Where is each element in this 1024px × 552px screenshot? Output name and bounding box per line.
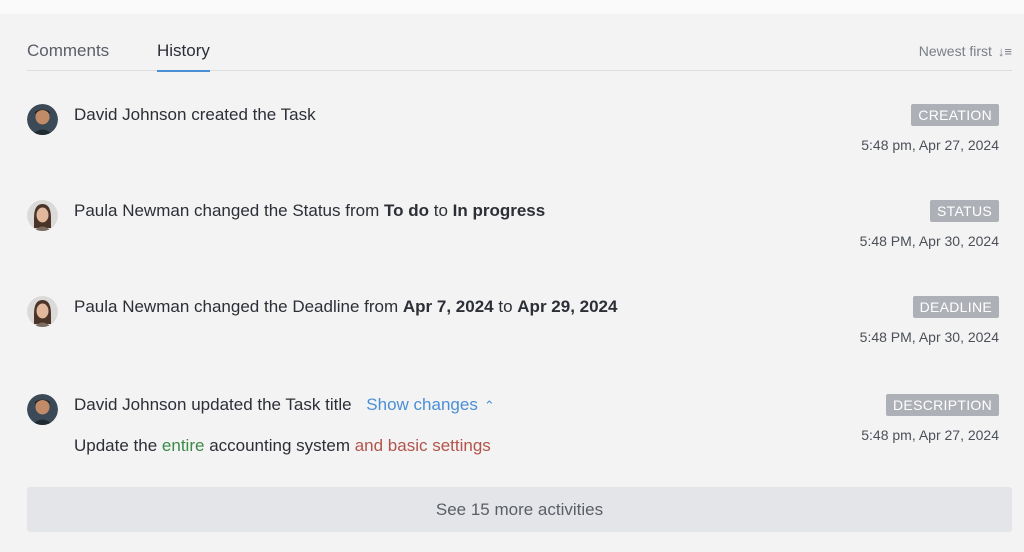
avatar xyxy=(27,104,58,135)
activity-panel: Comments History Newest first ↓≡ David J… xyxy=(0,14,1024,552)
avatar xyxy=(27,296,58,327)
activity-connector: to xyxy=(498,297,513,316)
sort-control[interactable]: Newest first ↓≡ xyxy=(919,43,1012,59)
activity-badge: STATUS xyxy=(930,200,999,222)
activity-badge: DESCRIPTION xyxy=(886,394,999,416)
chevron-up-icon: ⌃ xyxy=(483,398,495,413)
diff-added: entire xyxy=(161,436,205,455)
sort-label: Newest first xyxy=(918,43,992,59)
activity-action: updated the Task title xyxy=(191,395,352,414)
avatar xyxy=(27,200,58,231)
activity-user: Paula Newman xyxy=(74,201,190,220)
show-changes-label: Show changes xyxy=(366,395,478,414)
avatar xyxy=(27,394,58,425)
activity-tabs: Comments History Newest first ↓≡ xyxy=(27,41,1012,72)
title-diff: Update the entire accounting system and … xyxy=(74,435,491,457)
activity-time: 5:48 PM, Apr 30, 2024 xyxy=(859,233,999,249)
activity-user: David Johnson xyxy=(74,395,187,414)
diff-removed: and basic settings xyxy=(354,436,491,455)
activity-text: David Johnson updated the Task title Sho… xyxy=(74,394,495,417)
activity-text: David Johnson created the Task xyxy=(74,104,316,126)
activity-badge: DEADLINE xyxy=(912,296,999,318)
activity-action: changed the Status from xyxy=(194,201,380,220)
diff-unchanged: accounting system xyxy=(209,436,350,455)
diff-unchanged: Update the xyxy=(74,436,158,455)
activity-user: Paula Newman xyxy=(74,297,190,316)
activity-action: changed the Deadline from xyxy=(194,297,399,316)
activity-time: 5:48 pm, Apr 27, 2024 xyxy=(861,427,999,443)
status-from: To do xyxy=(383,201,429,220)
status-to: In progress xyxy=(452,201,546,220)
activity-action: created the Task xyxy=(191,105,316,124)
show-changes-link[interactable]: Show changes ⌃ xyxy=(366,395,494,414)
deadline-from: Apr 7, 2024 xyxy=(402,297,494,316)
activity-badge: CREATION xyxy=(911,104,999,126)
top-strip xyxy=(0,0,1024,14)
see-more-activities-button[interactable]: See 15 more activities xyxy=(27,487,1012,532)
activity-text: Paula Newman changed the Deadline from A… xyxy=(74,296,617,318)
sort-descending-icon: ↓≡ xyxy=(997,43,1012,59)
activity-connector: to xyxy=(433,201,448,220)
activity-time: 5:48 pm, Apr 27, 2024 xyxy=(861,137,999,153)
tab-history[interactable]: History xyxy=(157,41,210,72)
activity-user: David Johnson xyxy=(74,105,187,124)
activity-text: Paula Newman changed the Status from To … xyxy=(74,200,545,222)
tab-comments[interactable]: Comments xyxy=(27,41,109,71)
activity-time: 5:48 PM, Apr 30, 2024 xyxy=(859,329,999,345)
deadline-to: Apr 29, 2024 xyxy=(517,297,618,316)
